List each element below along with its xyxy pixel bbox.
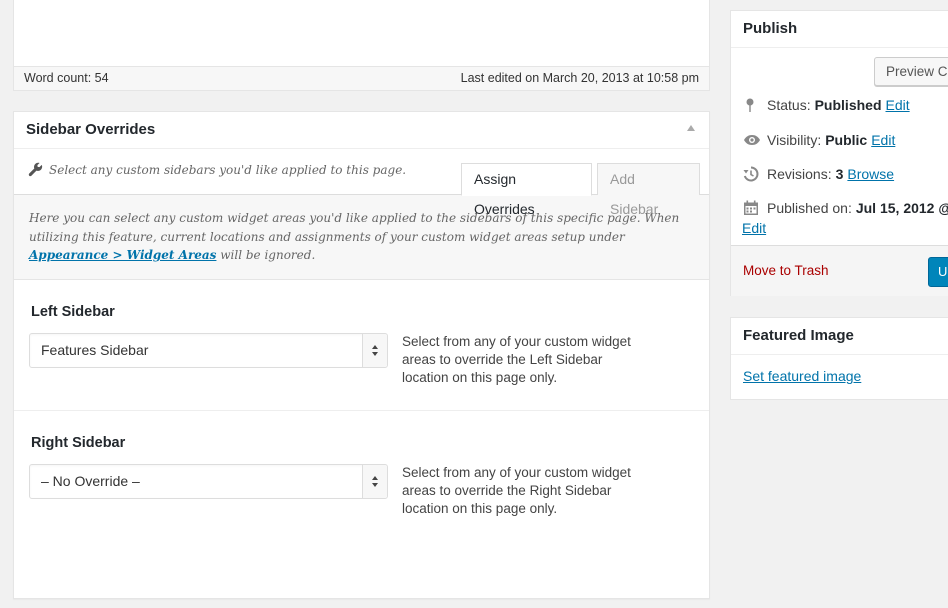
status-edit-link[interactable]: Edit [886,97,910,113]
move-to-trash-link[interactable]: Move to Trash [743,263,829,278]
publish-box: Publish Preview Ch Status: Published Edi… [730,10,948,296]
visibility-row: Visibility: Public Edit [743,132,895,148]
word-count: Word count: 54 [24,71,109,85]
visibility-value: Public [825,132,868,148]
revisions-row: Revisions: 3 Browse [743,166,894,182]
select-arrows-icon[interactable] [362,465,387,498]
left-sidebar-selected-value: Features Sidebar [41,342,149,358]
wrench-icon [28,162,43,177]
revisions-label: Revisions: [767,166,832,182]
featured-image-box: Featured Image Set featured image [730,317,948,400]
right-sidebar-help: Select from any of your custom widget ar… [402,465,631,516]
select-arrows-icon[interactable] [362,334,387,367]
widget-areas-link[interactable]: Appearance > Widget Areas [29,248,216,262]
history-icon [743,166,759,182]
status-value: Published [814,97,882,113]
right-sidebar-label: Right Sidebar [31,435,126,451]
published-label: Published on: [767,200,852,216]
sidebar-overrides-description: Here you can select any custom widget ar… [14,195,709,280]
left-sidebar-select[interactable]: Features Sidebar [29,333,388,368]
revisions-count: 3 [835,166,844,182]
collapse-toggle-icon[interactable] [687,125,695,131]
set-featured-image-link[interactable]: Set featured image [743,368,861,384]
sidebar-overrides-header[interactable]: Sidebar Overrides [14,112,709,149]
description-text-after: will be ignored. [216,248,316,262]
publish-actions: Move to Trash U [731,245,948,296]
sidebar-overrides-box: Sidebar Overrides Select any custom side… [13,111,710,599]
hint-text: Select any custom sidebars you'd like ap… [49,162,407,177]
right-sidebar-select[interactable]: – No Override – [29,464,388,499]
featured-image-title: Featured Image [731,318,948,355]
left-sidebar-section: Left Sidebar Features Sidebar Select fro… [14,280,709,411]
right-sidebar-section: Right Sidebar – No Override – Select fro… [14,411,709,542]
tab-assign-overrides[interactable]: Assign Overrides [461,163,592,217]
published-row: Published on: Jul 15, 2012 @ 2 [743,200,948,216]
preview-changes-button[interactable]: Preview Ch [874,57,948,86]
visibility-edit-link[interactable]: Edit [871,132,895,148]
published-date: Jul 15, 2012 @ 2 [855,200,948,216]
sidebar-overrides-hint: Select any custom sidebars you'd like ap… [28,162,406,177]
right-sidebar-selected-value: – No Override – [41,473,140,489]
sidebar-overrides-toolbar: Select any custom sidebars you'd like ap… [14,149,709,217]
left-sidebar-help: Select from any of your custom widget ar… [402,334,631,385]
editor-box: Word count: 54 Last edited on March 20, … [13,0,710,91]
left-sidebar-label: Left Sidebar [31,304,115,320]
update-button[interactable]: U [928,257,948,287]
editor-status-bar: Word count: 54 Last edited on March 20, … [14,66,709,90]
last-edited: Last edited on March 20, 2013 at 10:58 p… [460,71,699,85]
description-text-before: Here you can select any custom widget ar… [29,211,680,244]
sidebar-overrides-title: Sidebar Overrides [26,121,156,138]
status-label: Status: [767,97,811,113]
eye-icon [743,132,760,148]
publish-title: Publish [731,11,948,48]
status-row: Status: Published Edit [743,97,910,113]
revisions-browse-link[interactable]: Browse [847,166,894,182]
calendar-icon [743,200,759,216]
visibility-label: Visibility: [767,132,822,148]
tab-add-sidebar[interactable]: Add Sidebar [597,163,700,217]
pin-icon [743,97,759,113]
published-edit-link[interactable]: Edit [742,220,766,236]
